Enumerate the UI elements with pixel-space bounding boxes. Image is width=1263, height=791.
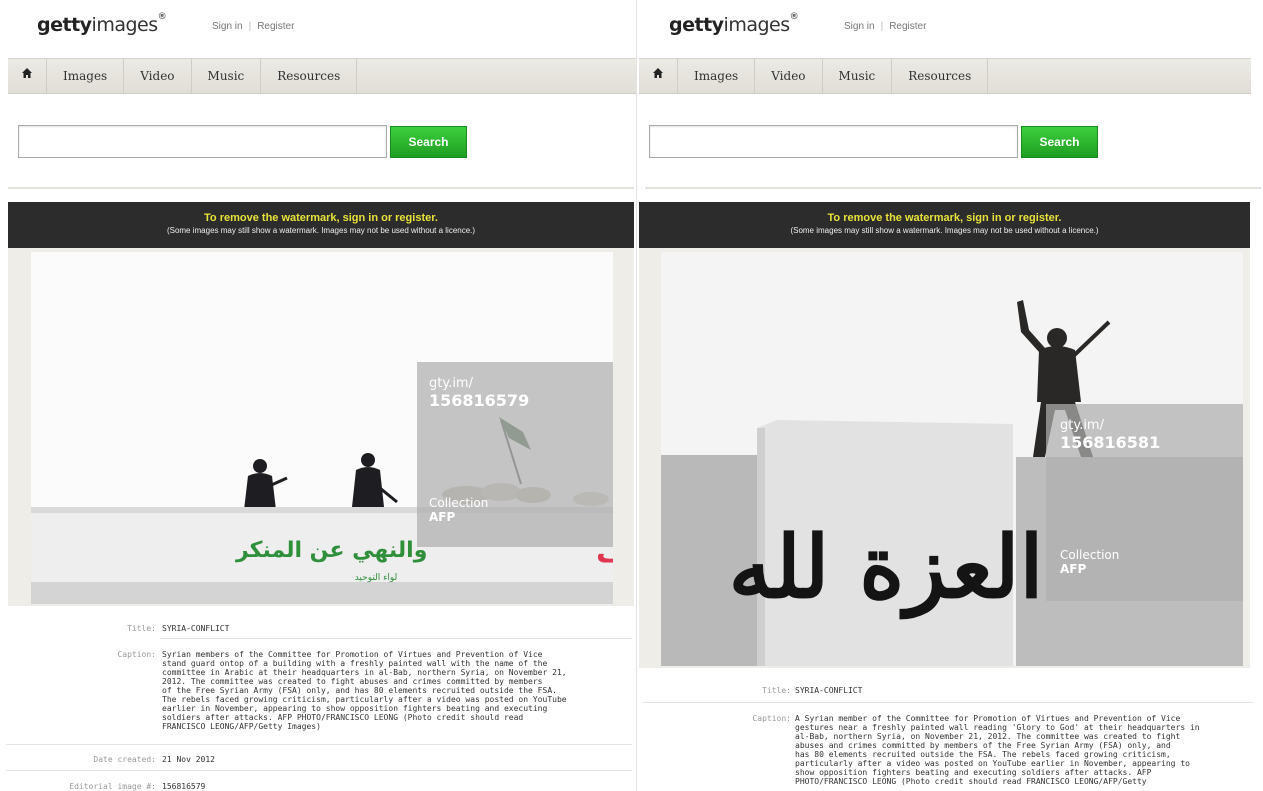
search-input[interactable] bbox=[649, 125, 1018, 158]
banner-note: (Some images may still show a watermark.… bbox=[166, 226, 476, 235]
nav-item-music[interactable]: Music bbox=[192, 59, 262, 93]
svg-text:لواء التوحيد: لواء التوحيد bbox=[355, 573, 398, 583]
gettyimages-logo[interactable]: gettyimages® bbox=[669, 12, 799, 36]
photo-syria-rooftop[interactable]: هيئة الامر بالمعروف والنهي عن المنكر لوا… bbox=[31, 252, 613, 604]
search-bar: Search bbox=[18, 125, 467, 158]
left-screenshot-panel: gettyimages® Sign in | Register Images Vid… bbox=[0, 0, 636, 791]
sign-in-link[interactable]: Sign in bbox=[212, 21, 243, 32]
site-header: gettyimages® Sign in | Register bbox=[0, 0, 636, 58]
caption-text: Syrian members of the Committee for Prom… bbox=[162, 650, 567, 731]
search-button[interactable]: Search bbox=[390, 126, 467, 158]
getty-watermark: gty.im/ 156816579 Collection AFP bbox=[417, 362, 613, 547]
photo-frame: هيئة الامر بالمعروف والنهي عن المنكر لوا… bbox=[8, 248, 634, 606]
nav-item-images[interactable]: Images bbox=[47, 59, 125, 93]
banner-headline[interactable]: To remove the watermark, sign in or regi… bbox=[639, 212, 1250, 224]
home-icon[interactable] bbox=[639, 59, 678, 93]
nav-item-images[interactable]: Images bbox=[678, 59, 756, 93]
search-input[interactable] bbox=[18, 125, 387, 158]
home-icon[interactable] bbox=[8, 59, 47, 93]
nav-item-resources[interactable]: Resources bbox=[892, 59, 989, 93]
banner-headline[interactable]: To remove the watermark, sign in or regi… bbox=[8, 212, 634, 224]
main-nav: Images Video Music Resources bbox=[639, 58, 1251, 94]
home-icon-svg bbox=[22, 68, 32, 78]
search-button[interactable]: Search bbox=[1021, 126, 1098, 158]
nav-item-video[interactable]: Video bbox=[755, 59, 823, 93]
site-header: gettyimages® Sign in | Register bbox=[637, 0, 1263, 58]
right-screenshot-panel: gettyimages® Sign in | Register Images Vid… bbox=[636, 0, 1263, 791]
caption-text: A Syrian member of the Committee for Pro… bbox=[795, 714, 1200, 786]
nav-item-resources[interactable]: Resources bbox=[261, 59, 358, 93]
getty-watermark: gty.im/ 156816581 Collection AFP bbox=[1046, 404, 1243, 601]
wall-calligraphy: العزة لله bbox=[729, 517, 1044, 620]
nav-item-music[interactable]: Music bbox=[823, 59, 893, 93]
watermark-banner: To remove the watermark, sign in or regi… bbox=[8, 202, 634, 248]
svg-text:والنهي عن المنكر: والنهي عن المنكر bbox=[235, 538, 427, 563]
search-bar: Search bbox=[649, 125, 1098, 158]
sign-in-link[interactable]: Sign in bbox=[844, 21, 875, 32]
watermark-banner: To remove the watermark, sign in or regi… bbox=[639, 202, 1250, 248]
account-links: Sign in | Register bbox=[212, 21, 295, 32]
register-link[interactable]: Register bbox=[889, 21, 926, 32]
gettyimages-logo[interactable]: gettyimages® bbox=[37, 12, 167, 36]
nav-item-video[interactable]: Video bbox=[124, 59, 192, 93]
account-links: Sign in | Register bbox=[844, 21, 927, 32]
divider bbox=[8, 187, 634, 189]
photo-syria-glory-wall[interactable]: العزة لله gty.im/ 156816581 Collection A… bbox=[661, 252, 1243, 666]
home-icon-svg bbox=[653, 68, 663, 78]
main-nav: Images Video Music Resources bbox=[8, 58, 636, 94]
register-link[interactable]: Register bbox=[257, 21, 294, 32]
banner-note: (Some images may still show a watermark.… bbox=[790, 226, 1099, 235]
photo-frame: العزة لله gty.im/ 156816581 Collection A… bbox=[639, 248, 1250, 668]
divider bbox=[645, 187, 1261, 189]
